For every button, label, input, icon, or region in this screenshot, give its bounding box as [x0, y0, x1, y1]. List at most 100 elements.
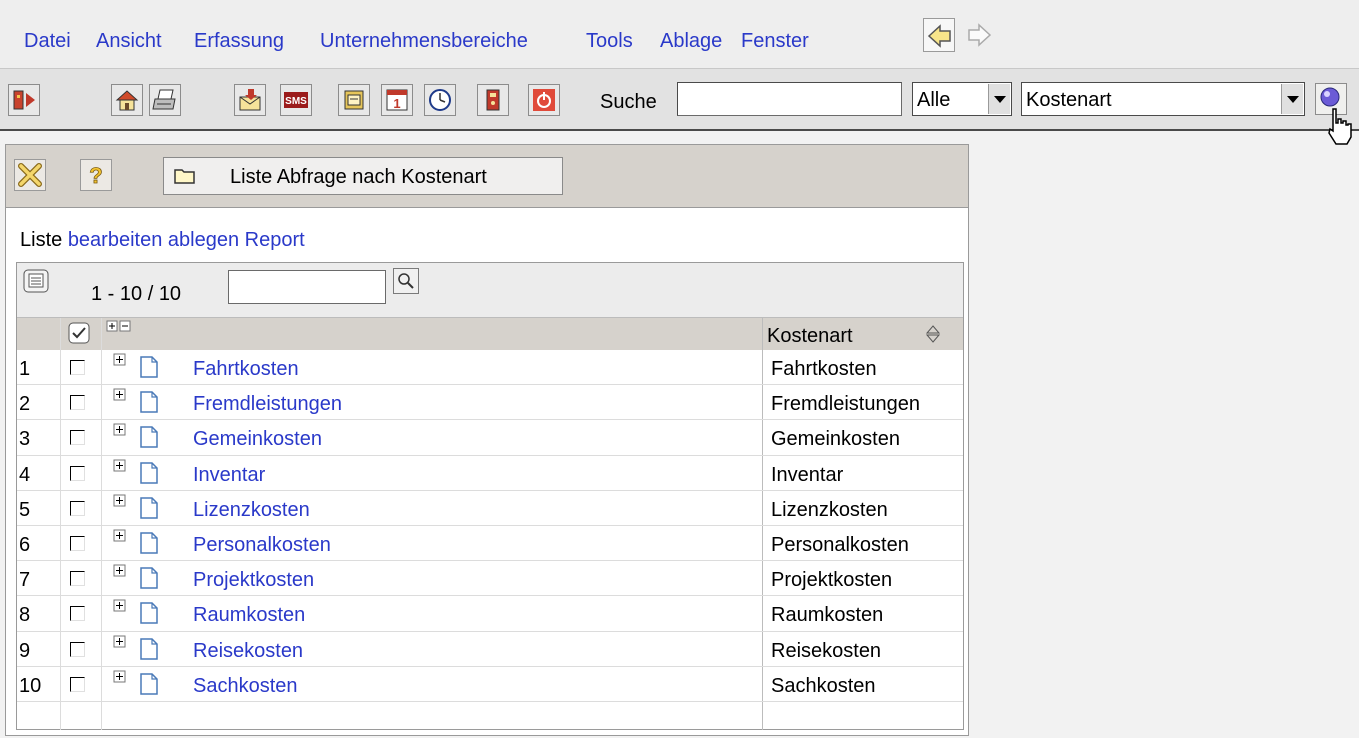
- clock-button[interactable]: [424, 84, 456, 116]
- row-number: 5: [19, 498, 31, 521]
- report-link[interactable]: Report: [245, 229, 305, 251]
- document-icon: [140, 637, 158, 660]
- actions-prefix: Liste: [20, 229, 63, 251]
- row-kostenart: Lizenzkosten: [771, 498, 888, 521]
- row-name-link[interactable]: Gemeinkosten: [193, 428, 322, 451]
- expand-icon[interactable]: [113, 529, 127, 543]
- power-button[interactable]: [528, 84, 560, 116]
- row-name-link[interactable]: Lizenzkosten: [193, 499, 310, 522]
- binder-button[interactable]: [477, 84, 509, 116]
- row-name-link[interactable]: Sachkosten: [193, 675, 298, 698]
- row-name-link[interactable]: Personalkosten: [193, 534, 331, 557]
- row-checkbox[interactable]: [70, 395, 85, 411]
- row-name-link[interactable]: Fremdleistungen: [193, 393, 342, 416]
- row-name-link[interactable]: Reisekosten: [193, 640, 303, 663]
- menu-tools[interactable]: Tools: [586, 30, 633, 53]
- row-kostenart: Gemeinkosten: [771, 428, 900, 451]
- field-select[interactable]: Kostenart: [1021, 82, 1305, 116]
- row-name-link[interactable]: Raumkosten: [193, 604, 305, 627]
- search-input[interactable]: [677, 82, 902, 116]
- expand-icon[interactable]: [113, 599, 127, 613]
- close-panel-button[interactable]: [14, 159, 46, 191]
- expand-icon[interactable]: [113, 353, 127, 367]
- row-checkbox[interactable]: [70, 676, 85, 692]
- close-icon: [18, 163, 42, 187]
- field-select-value: Kostenart: [1026, 89, 1112, 111]
- row-checkbox[interactable]: [70, 500, 85, 516]
- mail-button[interactable]: [234, 84, 266, 116]
- sort-icon[interactable]: [923, 322, 943, 346]
- edit-link[interactable]: bearbeiten: [68, 229, 163, 251]
- row-name-link[interactable]: Inventar: [193, 464, 265, 487]
- row-checkbox[interactable]: [70, 535, 85, 551]
- menu-ablage[interactable]: Ablage: [660, 30, 722, 53]
- forward-button[interactable]: [963, 18, 995, 52]
- search-label: Suche: [600, 91, 657, 113]
- sms-button[interactable]: SMS: [280, 84, 312, 116]
- row-number: 8: [19, 604, 31, 627]
- table-row[interactable]: 4 Inventar Inventar: [17, 456, 963, 491]
- row-checkbox[interactable]: [70, 430, 85, 446]
- row-name-link[interactable]: Fahrtkosten: [193, 358, 299, 381]
- back-button[interactable]: [923, 18, 955, 52]
- expand-icon[interactable]: [113, 564, 127, 578]
- folder-icon: [174, 169, 195, 184]
- list-menu-icon[interactable]: [23, 269, 49, 293]
- row-kostenart: Inventar: [771, 463, 844, 486]
- filter-input[interactable]: [228, 270, 386, 304]
- row-number: 9: [19, 639, 31, 662]
- svg-text:1: 1: [393, 96, 400, 111]
- exit-button[interactable]: [8, 84, 40, 116]
- grid-toolbar: 1 - 10 / 10: [17, 263, 963, 318]
- row-checkbox[interactable]: [70, 465, 85, 481]
- expand-icon[interactable]: [113, 494, 127, 508]
- table-row[interactable]: 1 Fahrtkosten Fahrtkosten: [17, 350, 963, 386]
- calendar-button[interactable]: 1: [381, 84, 413, 116]
- table-row[interactable]: 5 Lizenzkosten Lizenzkosten: [17, 491, 963, 526]
- document-icon: [140, 426, 158, 449]
- column-header-kostenart[interactable]: Kostenart: [767, 325, 853, 348]
- table-row[interactable]: 8 Raumkosten Raumkosten: [17, 596, 963, 632]
- table-row[interactable]: 2 Fremdleistungen Fremdleistungen: [17, 385, 963, 421]
- row-name-link[interactable]: Projektkosten: [193, 569, 314, 592]
- expand-icon[interactable]: [113, 388, 127, 402]
- expand-icon[interactable]: [113, 670, 127, 684]
- menu-fenster[interactable]: Fenster: [741, 30, 809, 53]
- menu-datei[interactable]: Datei: [24, 30, 71, 53]
- archive-link[interactable]: ablegen: [168, 229, 239, 251]
- table-row[interactable]: 9 Reisekosten Reisekosten: [17, 632, 963, 667]
- help-button[interactable]: ?: [80, 159, 112, 191]
- binder-icon: [486, 89, 500, 111]
- document-icon: [140, 672, 158, 695]
- chevron-down-icon[interactable]: [988, 84, 1010, 114]
- expand-icon[interactable]: [113, 635, 127, 649]
- row-kostenart: Projektkosten: [771, 569, 893, 592]
- column-header-row: Kostenart: [17, 318, 963, 350]
- home-button[interactable]: [111, 84, 143, 116]
- grid-rows: 1 Fahrtkosten Fahrtkosten 2 Fremdleistungen F…: [17, 350, 963, 702]
- notes-button[interactable]: [338, 84, 370, 116]
- row-checkbox[interactable]: [70, 360, 85, 375]
- filter-search-button[interactable]: [393, 268, 419, 294]
- table-row[interactable]: 6 Personalkosten Personalkosten: [17, 526, 963, 562]
- expand-collapse-all[interactable]: [101, 320, 131, 335]
- panel-header: ? Liste Abfrage nach Kostenart: [6, 145, 968, 208]
- expand-icon[interactable]: [113, 459, 127, 473]
- scope-select[interactable]: Alle: [912, 82, 1012, 116]
- menu-unternehmensbereiche[interactable]: Unternehmensbereiche: [320, 30, 528, 53]
- row-number: 3: [19, 428, 31, 451]
- row-checkbox[interactable]: [70, 571, 85, 587]
- chevron-down-icon[interactable]: [1281, 84, 1303, 114]
- table-row[interactable]: 7 Projektkosten Projektkosten: [17, 561, 963, 597]
- arrow-right-icon: [968, 23, 992, 47]
- expand-icon[interactable]: [113, 423, 127, 437]
- tab-list-query[interactable]: Liste Abfrage nach Kostenart: [163, 157, 563, 195]
- table-row[interactable]: 10 Sachkosten Sachkosten: [17, 667, 963, 702]
- row-checkbox[interactable]: [70, 606, 85, 622]
- select-all-checkbox[interactable]: [67, 321, 91, 345]
- print-button[interactable]: [149, 84, 181, 116]
- table-row[interactable]: 3 Gemeinkosten Gemeinkosten: [17, 420, 963, 456]
- row-checkbox[interactable]: [70, 641, 85, 657]
- menu-ansicht[interactable]: Ansicht: [96, 30, 162, 53]
- menu-erfassung[interactable]: Erfassung: [194, 30, 284, 53]
